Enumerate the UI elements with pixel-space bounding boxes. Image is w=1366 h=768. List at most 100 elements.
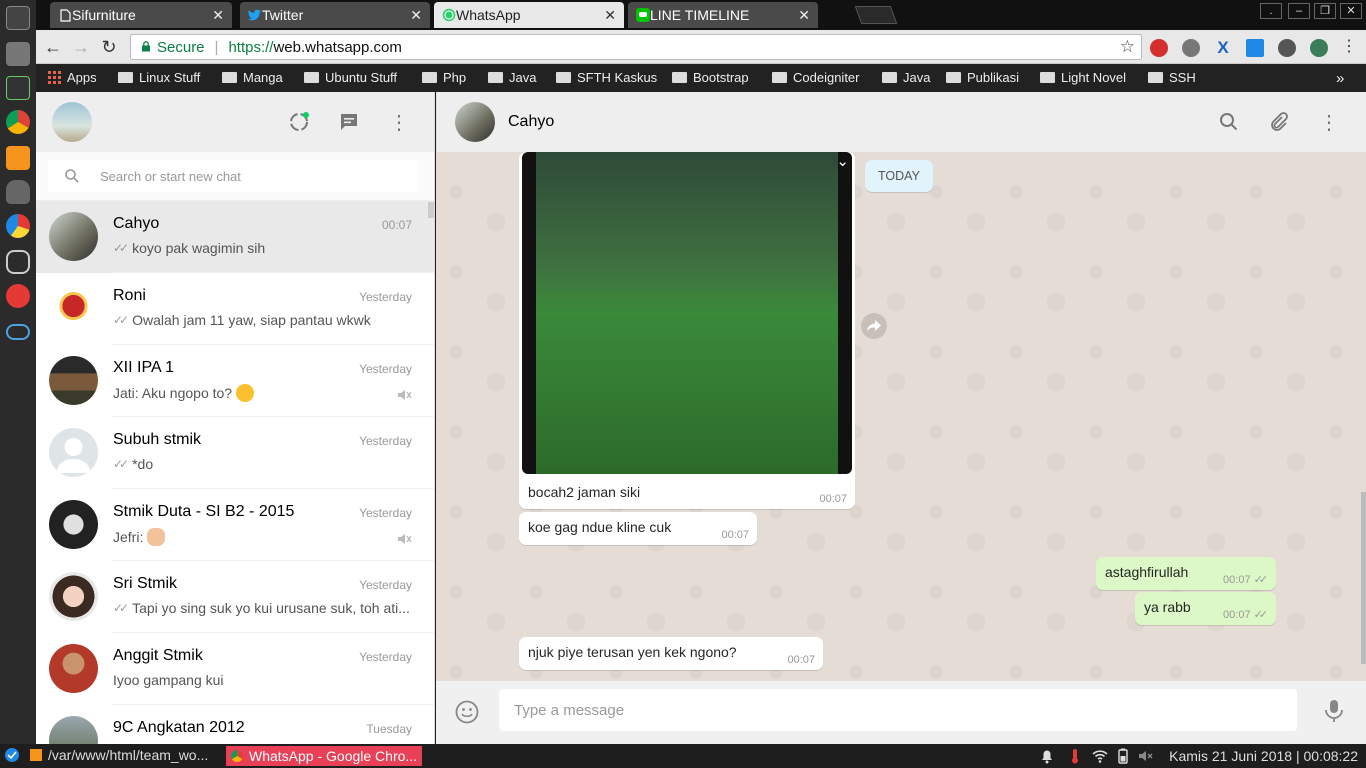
contact-avatar[interactable] bbox=[455, 102, 495, 142]
extension-x-icon[interactable]: X bbox=[1214, 39, 1232, 57]
notification-bell-icon[interactable] bbox=[1040, 748, 1054, 764]
tab-sifurniture[interactable]: Sifurniture ✕ bbox=[50, 2, 232, 28]
message-out[interactable]: astaghfirullah 00:07 ✓✓ bbox=[1096, 557, 1276, 590]
bookmark-folder[interactable]: Bootstrap bbox=[672, 70, 749, 85]
chat-item-9c-angkatan-2012[interactable]: 9C Angkatan 2012 Tuesday bbox=[36, 705, 434, 744]
wifi-icon[interactable] bbox=[1092, 748, 1108, 764]
bookmark-folder[interactable]: Light Novel bbox=[1040, 70, 1126, 85]
search-input[interactable] bbox=[100, 168, 380, 184]
close-icon[interactable]: ✕ bbox=[212, 6, 224, 24]
avatar bbox=[49, 356, 98, 405]
chat-item-anggit-stmik[interactable]: Anggit Stmik Yesterday Iyoo gampang kui bbox=[36, 633, 434, 705]
bookmark-folder[interactable]: SFTH Kaskus bbox=[556, 70, 657, 85]
message-out[interactable]: ya rabb 00:07 ✓✓ bbox=[1135, 592, 1276, 625]
bookmark-folder[interactable]: Linux Stuff bbox=[118, 70, 200, 85]
gamepad-icon[interactable] bbox=[6, 250, 30, 274]
message-input[interactable] bbox=[499, 689, 1297, 731]
app-launcher-icon[interactable] bbox=[6, 214, 30, 238]
folder-icon bbox=[488, 72, 503, 83]
back-arrow-icon[interactable]: ← bbox=[42, 36, 64, 58]
extension-gear-icon[interactable] bbox=[1278, 39, 1296, 57]
system-monitor-icon[interactable] bbox=[6, 76, 30, 100]
taskbar-item-chrome[interactable]: WhatsApp - Google Chro... bbox=[226, 746, 423, 766]
system-menu-icon[interactable] bbox=[4, 747, 20, 763]
menu-icon[interactable]: ⋮ bbox=[1317, 110, 1341, 134]
conversation-header[interactable]: Cahyo ⋮ bbox=[436, 92, 1366, 152]
sublime-text-icon[interactable] bbox=[6, 146, 30, 170]
bookmark-star-icon[interactable]: ☆ bbox=[1120, 37, 1135, 57]
battery-icon[interactable] bbox=[1116, 748, 1130, 764]
new-tab-button[interactable] bbox=[854, 6, 898, 24]
new-chat-icon[interactable] bbox=[337, 110, 361, 134]
bookmark-folder[interactable]: Java bbox=[488, 70, 536, 85]
bookmark-label: Php bbox=[443, 70, 467, 85]
cloud-icon[interactable] bbox=[6, 324, 30, 340]
bookmark-folder[interactable]: Codeigniter bbox=[772, 70, 860, 85]
message-in[interactable]: njuk piye terusan yen kek ngono? 00:07 bbox=[519, 637, 823, 670]
close-window-button[interactable]: ✕ bbox=[1340, 3, 1362, 19]
close-icon[interactable]: ✕ bbox=[604, 6, 616, 24]
download-extension-icon[interactable] bbox=[1246, 39, 1264, 57]
message-in[interactable]: koe gag ndue kline cuk 00:07 bbox=[519, 512, 757, 545]
ok-hand-icon bbox=[147, 528, 166, 546]
reload-icon[interactable]: ↻ bbox=[98, 36, 120, 58]
emoji-icon[interactable] bbox=[454, 699, 480, 725]
minimize-button[interactable]: – bbox=[1288, 3, 1310, 19]
close-icon[interactable]: ✕ bbox=[798, 6, 810, 24]
search-section bbox=[36, 152, 434, 201]
bookmark-apps[interactable]: Apps bbox=[48, 70, 97, 85]
chat-item-cahyo[interactable]: Cahyo 00:07 ✓✓ koyo pak wagimin sih bbox=[36, 201, 434, 273]
chat-list-scrollbar[interactable] bbox=[428, 202, 434, 218]
extension-m-icon[interactable] bbox=[1182, 39, 1200, 57]
forward-icon[interactable] bbox=[861, 313, 887, 339]
search-icon[interactable] bbox=[1217, 110, 1241, 134]
temperature-icon[interactable] bbox=[1068, 748, 1082, 764]
software-center-icon[interactable] bbox=[6, 284, 30, 308]
window-menu-button[interactable]: . bbox=[1260, 3, 1282, 19]
chat-item-sri-stmik[interactable]: Sri Stmik Yesterday ✓✓ Tapi yo sing suk y… bbox=[36, 561, 434, 633]
opera-extension-icon[interactable] bbox=[1150, 39, 1168, 57]
bookmarks-overflow-button[interactable]: » bbox=[1336, 70, 1344, 87]
chat-name: XII IPA 1 bbox=[113, 359, 175, 376]
chat-item-roni[interactable]: Roni Yesterday ✓✓ Owalah jam 11 yaw, siap… bbox=[36, 273, 434, 345]
tab-twitter[interactable]: Twitter ✕ bbox=[240, 2, 430, 28]
image-message[interactable]: ⌄ bocah2 jaman siki 00:07 bbox=[519, 152, 855, 509]
address-bar[interactable]: Secure | https:// web.whatsapp.com ☆ bbox=[130, 34, 1142, 60]
bookmark-folder[interactable]: Java bbox=[882, 70, 930, 85]
gimp-icon[interactable] bbox=[6, 180, 30, 204]
tab-line-timeline[interactable]: LINE TIMELINE ✕ bbox=[628, 2, 818, 28]
taskbar-item-editor[interactable]: /var/www/html/team_wo... bbox=[30, 747, 208, 763]
chrome-menu-icon[interactable]: ⋮ bbox=[1338, 36, 1360, 58]
bookmark-folder[interactable]: Publikasi bbox=[946, 70, 1019, 85]
chat-name: Stmik Duta - SI B2 - 2015 bbox=[113, 503, 295, 520]
terminal-launcher-icon[interactable] bbox=[6, 6, 30, 30]
extension-vpn-icon[interactable] bbox=[1310, 39, 1328, 57]
status-icon[interactable] bbox=[287, 110, 311, 134]
chat-item-subuh-stmik[interactable]: Subuh stmik Yesterday ✓✓ *do bbox=[36, 417, 434, 489]
restore-button[interactable]: ❐ bbox=[1314, 3, 1336, 19]
bookmark-label: SSH bbox=[1169, 70, 1196, 85]
chevron-down-icon[interactable]: ⌄ bbox=[836, 152, 849, 170]
close-icon[interactable]: ✕ bbox=[410, 6, 422, 24]
bookmark-label: Ubuntu Stuff bbox=[325, 70, 398, 85]
chat-item-stmik-duta[interactable]: Stmik Duta - SI B2 - 2015 Yesterday Jefr… bbox=[36, 489, 434, 561]
image-attachment[interactable] bbox=[522, 152, 852, 474]
chrome-launcher-icon[interactable] bbox=[6, 110, 30, 134]
volume-muted-icon[interactable] bbox=[1138, 748, 1154, 764]
my-avatar[interactable] bbox=[52, 102, 92, 142]
bookmark-folder[interactable]: SSH bbox=[1148, 70, 1196, 85]
chat-item-xii-ipa-1[interactable]: XII IPA 1 Yesterday Jati: Aku ngopo to? bbox=[36, 345, 434, 417]
bookmark-folder[interactable]: Manga bbox=[222, 70, 283, 85]
clock[interactable]: Kamis 21 Juni 2018 | 00:08:22 bbox=[1169, 748, 1358, 764]
menu-icon[interactable]: ⋮ bbox=[387, 110, 411, 134]
search-box[interactable] bbox=[48, 160, 418, 192]
bookmark-folder[interactable]: Php bbox=[422, 70, 466, 85]
tab-title: LINE TIMELINE bbox=[650, 7, 750, 23]
microphone-icon[interactable] bbox=[1322, 698, 1346, 724]
bookmark-folder[interactable]: Ubuntu Stuff bbox=[304, 70, 397, 85]
conversation-scrollbar[interactable] bbox=[1361, 492, 1366, 664]
tab-whatsapp[interactable]: WhatsApp ✕ bbox=[434, 2, 624, 28]
attach-icon[interactable] bbox=[1267, 110, 1291, 134]
forward-arrow-icon[interactable]: → bbox=[70, 36, 92, 58]
home-folder-icon[interactable] bbox=[6, 42, 30, 66]
